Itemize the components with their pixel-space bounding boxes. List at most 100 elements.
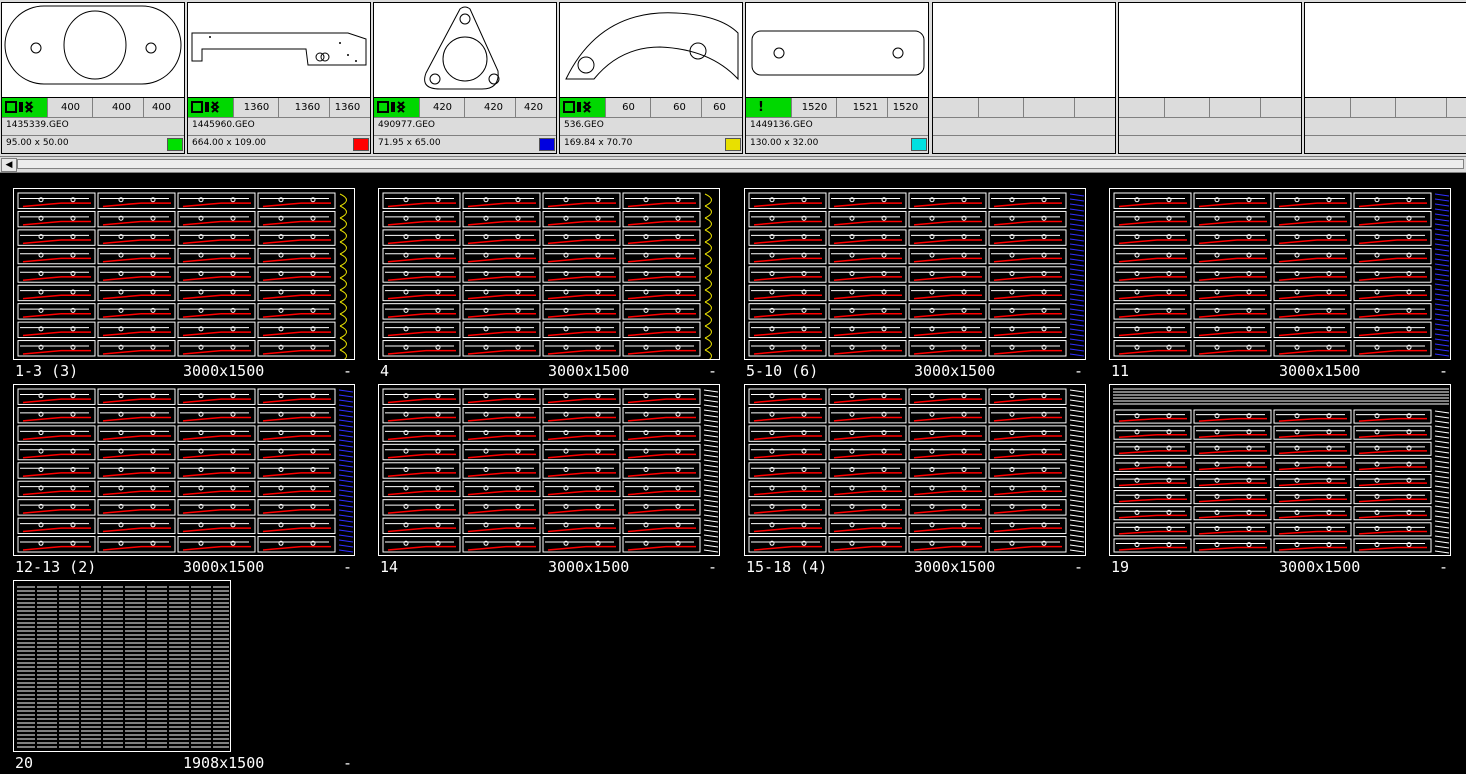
quantity-cell[interactable]: 400 <box>139 98 184 117</box>
quantity-cell[interactable] <box>1217 98 1261 117</box>
quantity-cell[interactable]: 420 <box>472 98 516 117</box>
part-dimensions: 95.00 x 50.00 <box>6 138 69 148</box>
nest-sheet[interactable]: 5-10 (6) 3000x1500 - <box>744 188 1086 382</box>
divider <box>1305 135 1466 136</box>
sheet-grid: 1-3 (3) 3000x1500 - 4 3000x1500 - 5-10 (6) 3000… <box>0 172 1466 774</box>
quantity-cell[interactable]: 60 <box>697 98 742 117</box>
sheet-marker: - <box>1074 362 1084 380</box>
part-color-swatch <box>725 138 741 151</box>
quantity-cell[interactable] <box>1031 98 1075 117</box>
divider <box>2 135 184 136</box>
sheet-id-label: 12-13 (2) <box>15 558 97 576</box>
sheet-thumbnail[interactable] <box>13 580 231 752</box>
sheet-thumbnail[interactable] <box>378 188 720 360</box>
sheet-id-label: 5-10 (6) <box>746 362 819 380</box>
part-preview[interactable] <box>933 3 1115 98</box>
sheet-thumbnail[interactable] <box>744 188 1086 360</box>
nest-sheet[interactable]: 1-3 (3) 3000x1500 - <box>13 188 355 382</box>
quantity-row <box>933 98 1115 118</box>
quantity-cell[interactable] <box>1442 98 1466 117</box>
part-shape-icon <box>1119 3 1301 97</box>
sheet-marker: - <box>343 558 353 576</box>
quantity-row: 420 420 420 <box>374 98 556 118</box>
quantity-row: 400 400 400 <box>2 98 184 118</box>
sheet-size-label: 3000x1500 <box>548 362 630 380</box>
quantity-cell[interactable] <box>1166 98 1210 117</box>
sheet-id-label: 14 <box>380 558 399 576</box>
divider <box>746 135 928 136</box>
divider <box>374 135 556 136</box>
sheet-thumbnail[interactable] <box>744 384 1086 556</box>
sheet-id-label: 4 <box>380 362 390 380</box>
quantity-cell[interactable] <box>1070 98 1115 117</box>
ok-status-icon[interactable] <box>933 98 979 117</box>
part-shape-icon <box>424 6 500 90</box>
quantity-cell[interactable]: 1520 <box>883 98 928 117</box>
sheet-thumbnail[interactable] <box>378 384 720 556</box>
part-preview[interactable] <box>2 3 184 98</box>
quantity-row: ! 1520 1521 1520 <box>746 98 928 118</box>
quantity-row: 1360 1360 1360 <box>188 98 370 118</box>
sheet-thumbnail[interactable] <box>13 188 355 360</box>
quantity-cell[interactable]: 400 <box>49 98 93 117</box>
nest-sheet[interactable]: 15-18 (4) 3000x1500 - <box>744 384 1086 578</box>
scroll-left-icon[interactable]: ◀ <box>1 158 17 172</box>
quantity-cell[interactable] <box>1256 98 1301 117</box>
part-filename: 536.GEO <box>564 120 604 130</box>
part-preview[interactable] <box>374 3 556 98</box>
quantity-cell[interactable]: 60 <box>607 98 651 117</box>
quantity-cell[interactable] <box>1352 98 1396 117</box>
quantity-cell[interactable]: 1360 <box>235 98 279 117</box>
quantity-cell[interactable]: 60 <box>658 98 702 117</box>
ok-status-icon[interactable] <box>188 98 234 117</box>
quantity-cell[interactable]: 420 <box>511 98 556 117</box>
part-preview[interactable] <box>188 3 370 98</box>
horizontal-scrollbar[interactable]: ◀ <box>0 156 1466 173</box>
sheet-marker: - <box>343 754 353 772</box>
nest-sheet[interactable]: 4 3000x1500 - <box>378 188 720 382</box>
nest-sheet[interactable]: 19 3000x1500 - <box>1109 384 1451 578</box>
part-card[interactable] <box>932 2 1116 154</box>
part-card[interactable] <box>1118 2 1302 154</box>
quantity-cell[interactable]: 420 <box>421 98 465 117</box>
nest-sheet[interactable]: 11 3000x1500 - <box>1109 188 1451 382</box>
quantity-cell[interactable]: 400 <box>100 98 144 117</box>
nest-sheet[interactable]: 20 1908x1500 - <box>13 580 355 774</box>
quantity-cell[interactable]: 1360 <box>286 98 330 117</box>
nest-sheet[interactable]: 12-13 (2) 3000x1500 - <box>13 384 355 578</box>
quantity-cell[interactable]: 1360 <box>325 98 370 117</box>
part-preview[interactable] <box>1119 3 1301 98</box>
warning-status-icon[interactable]: ! <box>746 98 792 117</box>
sheet-size-label: 3000x1500 <box>183 558 265 576</box>
part-shape-icon <box>4 5 182 85</box>
scroll-thumb[interactable] <box>17 159 1464 169</box>
part-card[interactable] <box>1304 2 1466 154</box>
nest-sheet[interactable]: 14 3000x1500 - <box>378 384 720 578</box>
part-shape-icon <box>1305 3 1466 97</box>
sheet-thumbnail[interactable] <box>1109 188 1451 360</box>
sheet-id-label: 11 <box>1111 362 1130 380</box>
ok-status-icon[interactable] <box>1305 98 1351 117</box>
sheet-thumbnail[interactable] <box>13 384 355 556</box>
part-card[interactable]: ! 1520 1521 1520 1449136.GEO 130.00 x 32.00 <box>745 2 929 154</box>
quantity-cell[interactable] <box>980 98 1024 117</box>
ok-status-icon[interactable] <box>1119 98 1165 117</box>
part-preview[interactable] <box>1305 3 1466 98</box>
quantity-cell[interactable]: 1520 <box>793 98 837 117</box>
quantity-cell[interactable]: 1521 <box>844 98 888 117</box>
ok-status-icon[interactable] <box>560 98 606 117</box>
part-preview[interactable] <box>746 3 928 98</box>
sheet-thumbnail[interactable] <box>1109 384 1451 556</box>
part-card[interactable]: 400 400 400 1435339.GEO 95.00 x 50.00 <box>1 2 185 154</box>
sheet-marker: - <box>708 362 718 380</box>
divider <box>560 135 742 136</box>
sheet-size-label: 3000x1500 <box>914 362 996 380</box>
ok-status-icon[interactable] <box>374 98 420 117</box>
part-card[interactable]: 420 420 420 490977.GEO 71.95 x 65.00 <box>373 2 557 154</box>
sheet-size-label: 3000x1500 <box>1279 362 1361 380</box>
ok-status-icon[interactable] <box>2 98 48 117</box>
quantity-cell[interactable] <box>1403 98 1447 117</box>
part-preview[interactable] <box>560 3 742 98</box>
part-card[interactable]: 60 60 60 536.GEO 169.84 x 70.70 <box>559 2 743 154</box>
part-card[interactable]: 1360 1360 1360 1445960.GEO 664.00 x 109.00 <box>187 2 371 154</box>
